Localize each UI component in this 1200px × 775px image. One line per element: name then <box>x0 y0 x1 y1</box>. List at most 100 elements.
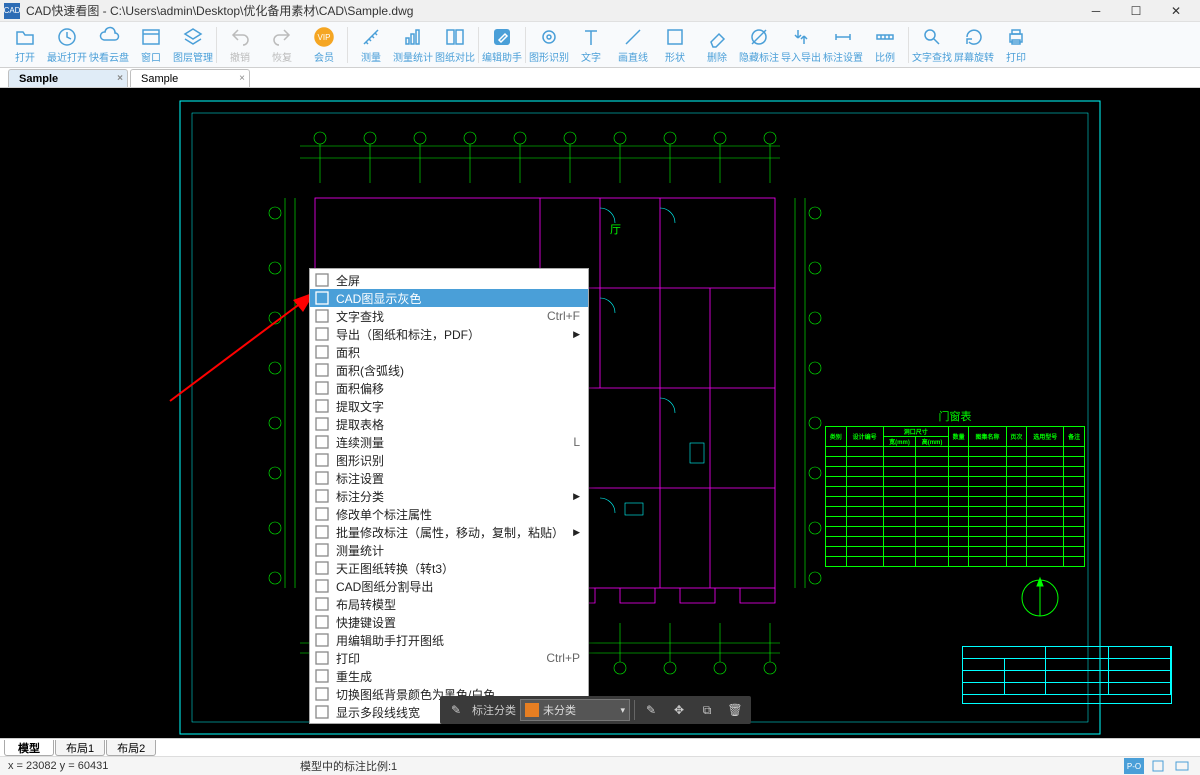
menu-item-11[interactable]: 标注设置 <box>310 469 588 487</box>
menu-item-8[interactable]: 提取表格 <box>310 415 588 433</box>
tool-label: 画直线 <box>618 49 648 64</box>
doc-tab-0[interactable]: Sample× <box>8 69 128 87</box>
tool-redo[interactable]: 恢复 <box>261 24 303 66</box>
stats-icon <box>402 26 424 48</box>
menu-item-5[interactable]: 面积(含弧线) <box>310 361 588 379</box>
shortcut: Ctrl+F <box>547 309 580 323</box>
menu-item-15[interactable]: 测量统计 <box>310 541 588 559</box>
tool-label: 屏幕旋转 <box>954 49 994 64</box>
tool-folder[interactable]: 打开 <box>4 24 46 66</box>
tool-label: 文字查找 <box>912 49 952 64</box>
menu-item-20[interactable]: 用编辑助手打开图纸 <box>310 631 588 649</box>
tool-line[interactable]: 画直线 <box>612 24 654 66</box>
doc-tab-1[interactable]: Sample × <box>130 69 250 87</box>
menu-item-0[interactable]: 全屏 <box>310 271 588 289</box>
menu-item-4[interactable]: 面积 <box>310 343 588 361</box>
tool-layers[interactable]: 图层管理 <box>172 24 214 66</box>
layout-tab-1[interactable]: 布局1 <box>55 740 105 756</box>
copy-icon[interactable]: ⧉ <box>695 698 719 722</box>
titlebar: CAD CAD快速看图 - C:\Users\admin\Desktop\优化备… <box>0 0 1200 22</box>
menu-label: 布局转模型 <box>336 596 396 613</box>
tool-label: 最近打开 <box>47 49 87 64</box>
edit-icon[interactable]: ✎ <box>639 698 663 722</box>
category-dropdown[interactable]: 未分类 ▾ <box>520 699 630 721</box>
tool-scale[interactable]: 比例 <box>864 24 906 66</box>
tool-erase[interactable]: 删除 <box>696 24 738 66</box>
svg-text:VIP: VIP <box>318 33 331 42</box>
tool-vip[interactable]: VIP会员 <box>303 24 345 66</box>
find-icon <box>921 26 943 48</box>
minimize-button[interactable]: ─ <box>1076 0 1116 22</box>
layout-tab-2[interactable]: 布局2 <box>106 740 156 756</box>
menu-item-17[interactable]: CAD图纸分割导出 <box>310 577 588 595</box>
tool-stats[interactable]: 测量统计 <box>392 24 434 66</box>
status-icon-3[interactable] <box>1172 758 1192 774</box>
menu-item-18[interactable]: 布局转模型 <box>310 595 588 613</box>
tool-dimset[interactable]: 标注设置 <box>822 24 864 66</box>
tool-measure[interactable]: 测量 <box>350 24 392 66</box>
drawing-canvas[interactable]: 厅 门窗表 类别设计编号洞口尺寸数量图集名称页次选用型号备注宽(mm)高(mm)… <box>0 88 1200 752</box>
tool-edit[interactable]: 编辑助手 <box>481 24 523 66</box>
status-icon-1[interactable]: P-O <box>1124 758 1144 774</box>
tool-label: 形状 <box>665 49 685 64</box>
menu-label: 文字查找 <box>336 308 384 325</box>
close-tab-icon[interactable]: × <box>239 73 245 84</box>
move-icon[interactable]: ✥ <box>667 698 691 722</box>
tool-label: 标注设置 <box>823 49 863 64</box>
tool-shape[interactable]: 形状 <box>654 24 696 66</box>
delete-icon[interactable]: 🗑 <box>723 698 747 722</box>
menu-item-2[interactable]: 文字查找 Ctrl+F <box>310 307 588 325</box>
menu-label: CAD图显示灰色 <box>336 290 421 307</box>
menu-icon <box>314 632 330 648</box>
annotation-toolbar: ✎ 标注分类 未分类 ▾ ✎ ✥ ⧉ 🗑 <box>440 696 751 724</box>
menu-item-16[interactable]: 天正图纸转换（转t3） <box>310 559 588 577</box>
tool-compare[interactable]: 图纸对比 <box>434 24 476 66</box>
menu-item-10[interactable]: 图形识别 <box>310 451 588 469</box>
hide-icon <box>748 26 770 48</box>
tool-label: 隐藏标注 <box>739 49 779 64</box>
tab-label: Sample <box>141 73 178 85</box>
tool-window[interactable]: 窗口 <box>130 24 172 66</box>
tool-print[interactable]: 打印 <box>995 24 1037 66</box>
menu-item-22[interactable]: 重生成 <box>310 667 588 685</box>
menu-item-7[interactable]: 提取文字 <box>310 397 588 415</box>
menu-label: 面积 <box>336 344 360 361</box>
erase-icon <box>706 26 728 48</box>
status-icon-2[interactable] <box>1148 758 1168 774</box>
menu-label: 用编辑助手打开图纸 <box>336 632 444 649</box>
tool-rotate[interactable]: 屏幕旋转 <box>953 24 995 66</box>
tool-recognize[interactable]: 图形识别 <box>528 24 570 66</box>
tool-io[interactable]: 导入导出 <box>780 24 822 66</box>
tool-recent[interactable]: 最近打开 <box>46 24 88 66</box>
menu-item-9[interactable]: 连续测量L <box>310 433 588 451</box>
menu-item-1[interactable]: CAD图显示灰色 <box>310 289 588 307</box>
menu-item-3[interactable]: 导出（图纸和标注，PDF）▶ <box>310 325 588 343</box>
menu-item-21[interactable]: 打印Ctrl+P <box>310 649 588 667</box>
annotate-icon[interactable]: ✎ <box>444 698 468 722</box>
tool-undo[interactable]: 撤销 <box>219 24 261 66</box>
tool-hide[interactable]: 隐藏标注 <box>738 24 780 66</box>
close-tab-icon[interactable]: × <box>117 73 123 84</box>
recognize-icon <box>538 26 560 48</box>
menu-item-14[interactable]: 批量修改标注（属性，移动，复制，粘贴）▶ <box>310 523 588 541</box>
tool-find[interactable]: 文字查找 <box>911 24 953 66</box>
layout-tab-0[interactable]: 模型 <box>4 740 54 756</box>
menu-item-13[interactable]: 修改单个标注属性 <box>310 505 588 523</box>
menu-item-12[interactable]: 标注分类▶ <box>310 487 588 505</box>
submenu-arrow-icon: ▶ <box>573 329 580 340</box>
tool-label: 图层管理 <box>173 49 213 64</box>
close-button[interactable]: ✕ <box>1156 0 1196 22</box>
maximize-button[interactable]: ☐ <box>1116 0 1156 22</box>
menu-label: 修改单个标注属性 <box>336 506 432 523</box>
menu-icon <box>314 542 330 558</box>
layout-tabs: 模型布局1布局2 <box>0 738 1200 756</box>
menu-item-6[interactable]: 面积偏移 <box>310 379 588 397</box>
menu-item-19[interactable]: 快捷键设置 <box>310 613 588 631</box>
menu-label: 面积偏移 <box>336 380 384 397</box>
door-window-table: 门窗表 类别设计编号洞口尺寸数量图集名称页次选用型号备注宽(mm)高(mm) <box>825 408 1085 567</box>
menu-icon <box>314 470 330 486</box>
menu-icon <box>314 560 330 576</box>
tool-text[interactable]: 文字 <box>570 24 612 66</box>
tool-cloud[interactable]: 快看云盘 <box>88 24 130 66</box>
menu-icon <box>314 344 330 360</box>
